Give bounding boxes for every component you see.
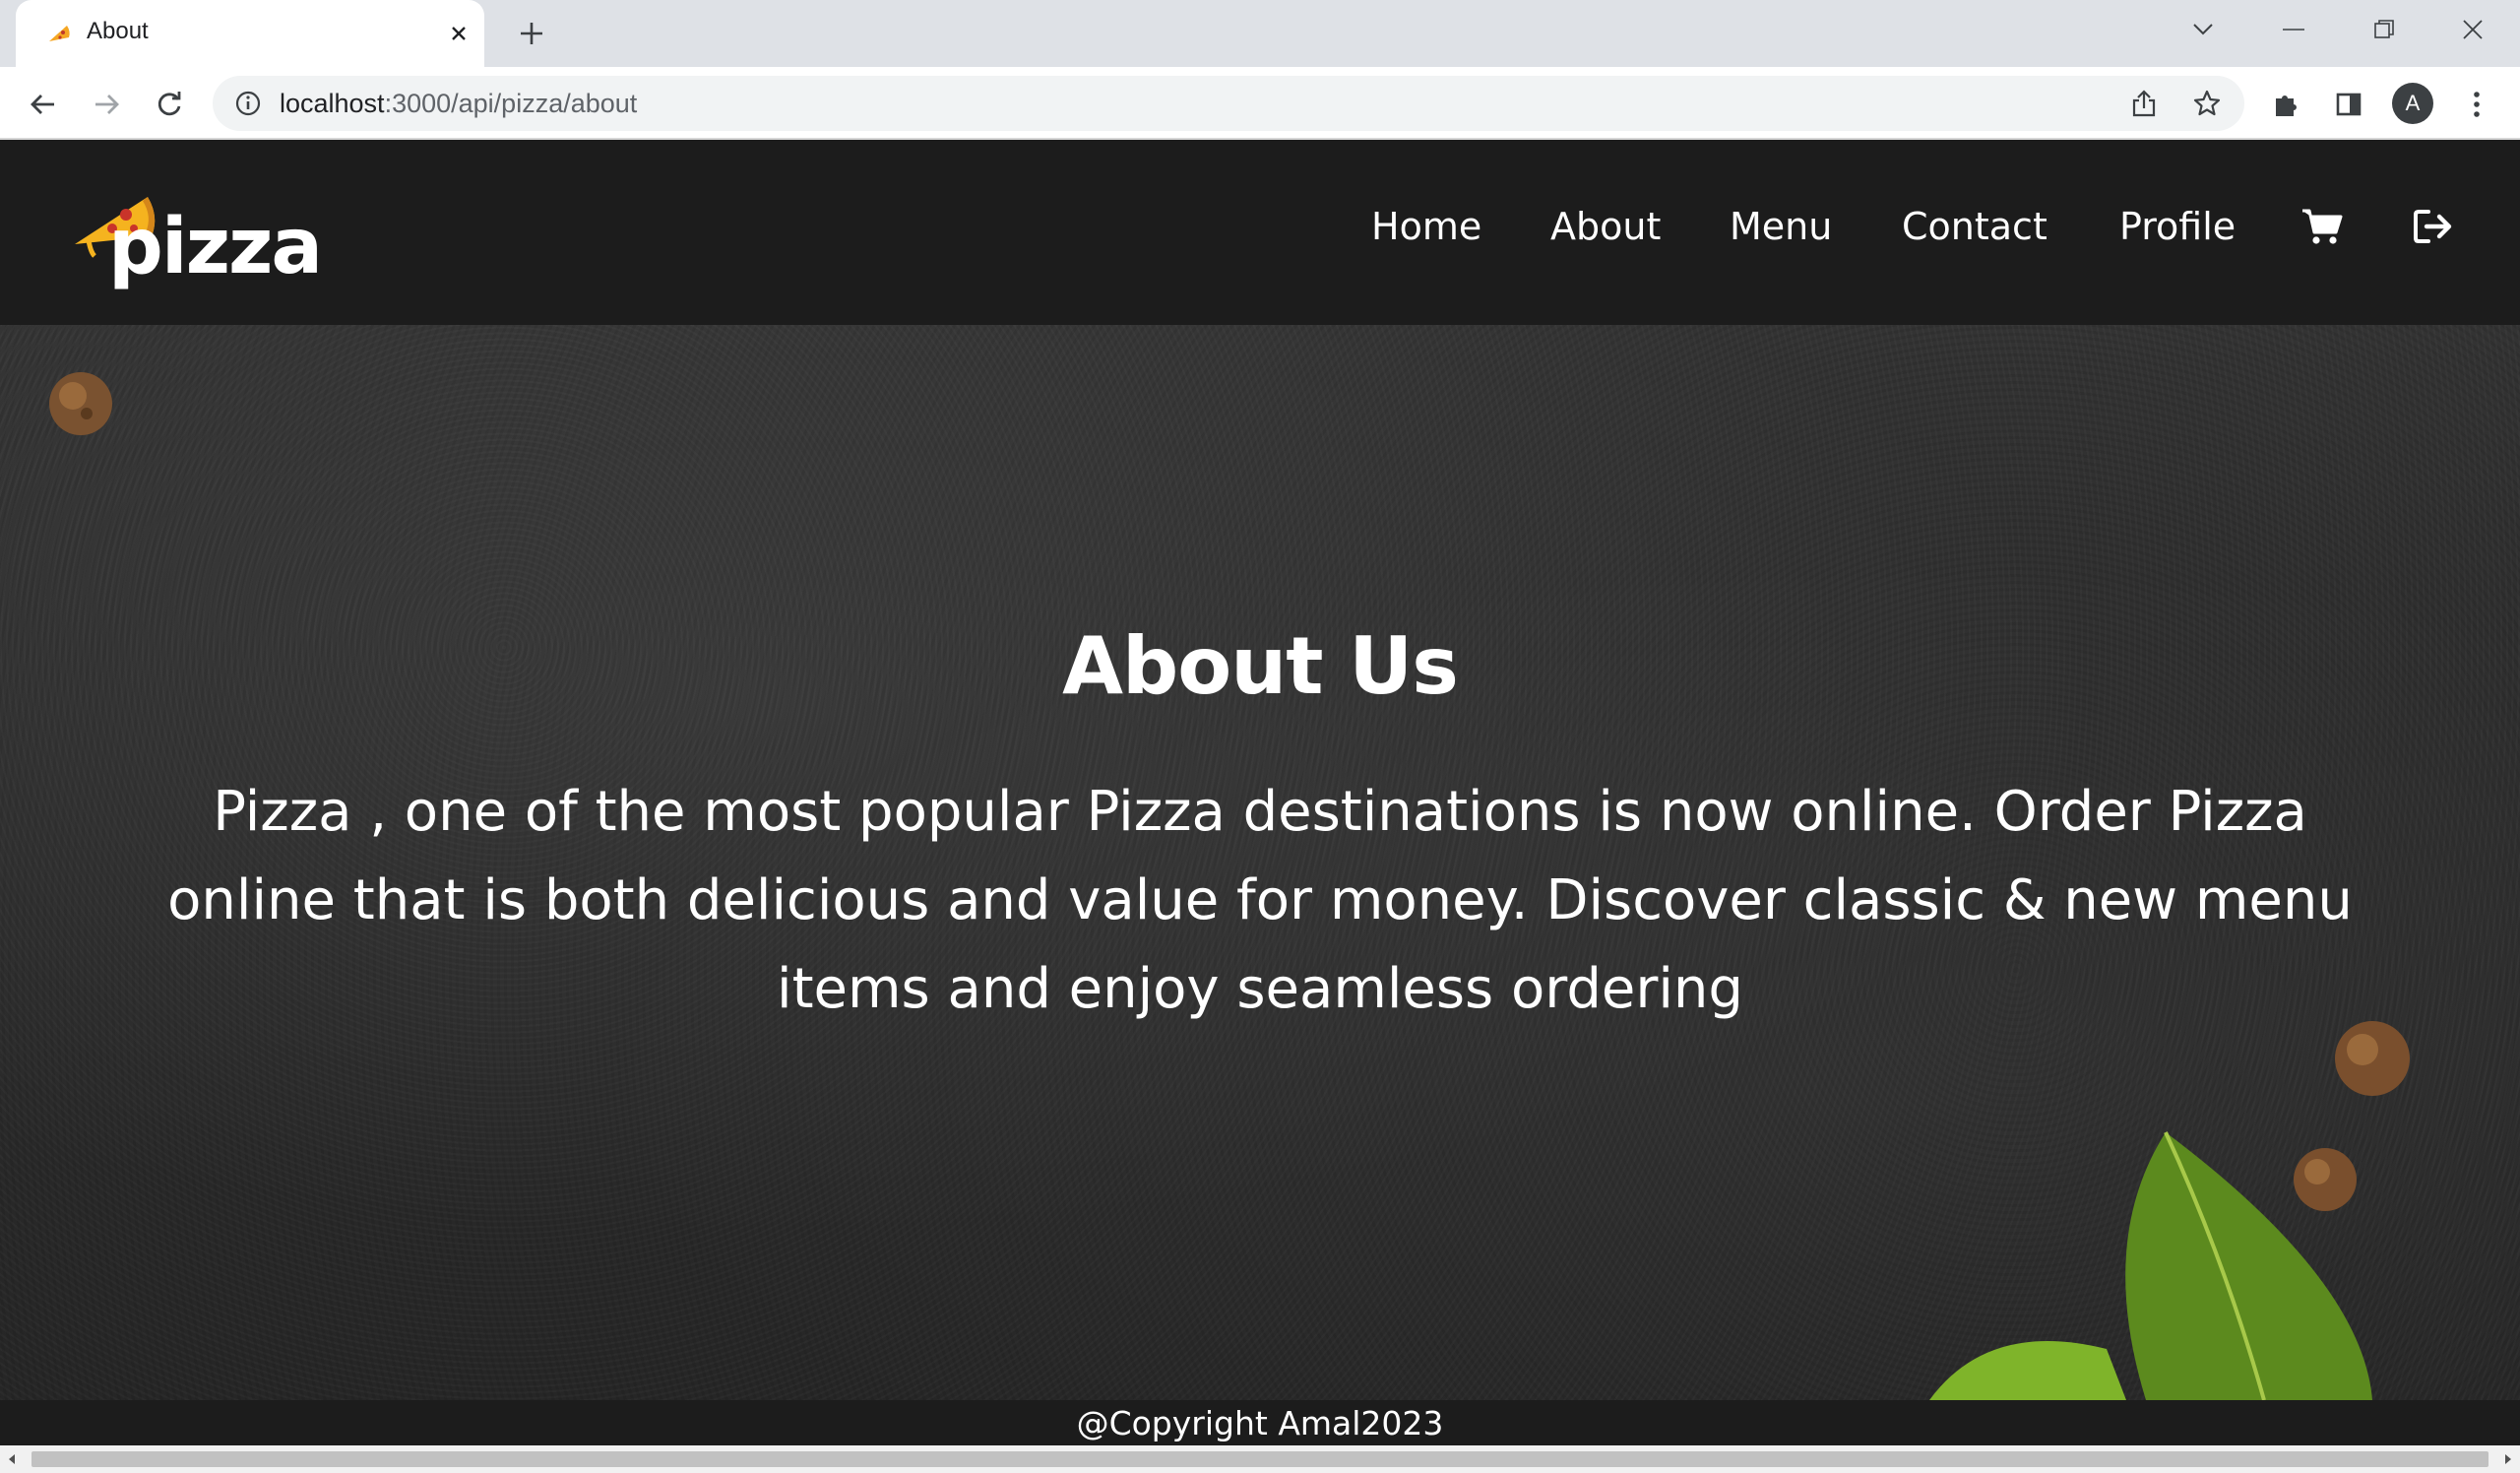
cart-icon[interactable] (2298, 205, 2347, 248)
pizza-slice-favicon (49, 26, 70, 41)
forward-arrow-icon[interactable] (85, 83, 128, 126)
kebab-menu-icon[interactable] (2455, 83, 2498, 126)
logo-wordmark: pizza (108, 203, 323, 291)
page-title: About Us (1062, 620, 1459, 712)
nav-contact[interactable]: Contact (1902, 205, 2048, 248)
copyright-text: @Copyright Amal2023 (1076, 1404, 1444, 1442)
about-hero: About Us Pizza , one of the most popular… (0, 325, 2520, 1400)
scroll-right-icon[interactable] (2496, 1449, 2520, 1469)
nav-menu[interactable]: Menu (1730, 205, 1832, 248)
url-path: :3000/api/pizza/about (384, 89, 638, 118)
share-icon[interactable] (2124, 84, 2164, 123)
restore-icon[interactable] (2359, 8, 2410, 51)
logout-icon[interactable] (2409, 205, 2458, 248)
nav-profile[interactable]: Profile (2119, 205, 2236, 248)
url-host: localhost (280, 89, 385, 118)
horizontal-scrollbar[interactable] (0, 1445, 2520, 1473)
site-footer: @Copyright Amal2023 (0, 1400, 2520, 1445)
bookmark-star-icon[interactable] (2187, 84, 2227, 123)
browser-tab[interactable]: About (16, 0, 484, 67)
profile-avatar[interactable]: A (2392, 83, 2433, 124)
back-arrow-icon[interactable] (22, 83, 65, 126)
about-description: Pizza , one of the most popular Pizza de… (167, 780, 2353, 1021)
nav-about[interactable]: About (1550, 205, 1661, 248)
peppercorn-decoration (49, 372, 112, 435)
scrollbar-thumb[interactable] (32, 1451, 2488, 1467)
site-info-icon[interactable] (232, 88, 264, 119)
site-header: pizza Home About Menu Contact Profile (0, 140, 2520, 325)
reload-icon[interactable] (148, 83, 191, 126)
close-window-icon[interactable] (2447, 8, 2498, 51)
site-logo[interactable]: pizza (69, 183, 323, 291)
tab-title: About (87, 18, 149, 44)
basil-leaf-decoration (1929, 1131, 2372, 1400)
side-panel-icon[interactable] (2327, 83, 2370, 126)
scroll-left-icon[interactable] (0, 1449, 24, 1469)
extensions-puzzle-icon[interactable] (2264, 83, 2307, 126)
url-text[interactable]: localhost:3000/api/pizza/about (280, 89, 637, 119)
new-tab-icon[interactable] (512, 14, 551, 53)
browser-tabstrip: About (0, 0, 2520, 67)
address-bar[interactable]: localhost:3000/api/pizza/about (213, 76, 2244, 131)
close-tab-icon[interactable] (441, 16, 476, 51)
nav-home[interactable]: Home (1371, 205, 1481, 248)
browser-toolbar: localhost:3000/api/pizza/about A (0, 67, 2520, 140)
minimize-icon[interactable] (2268, 8, 2319, 51)
tab-search-chevron-icon[interactable] (2177, 8, 2229, 51)
